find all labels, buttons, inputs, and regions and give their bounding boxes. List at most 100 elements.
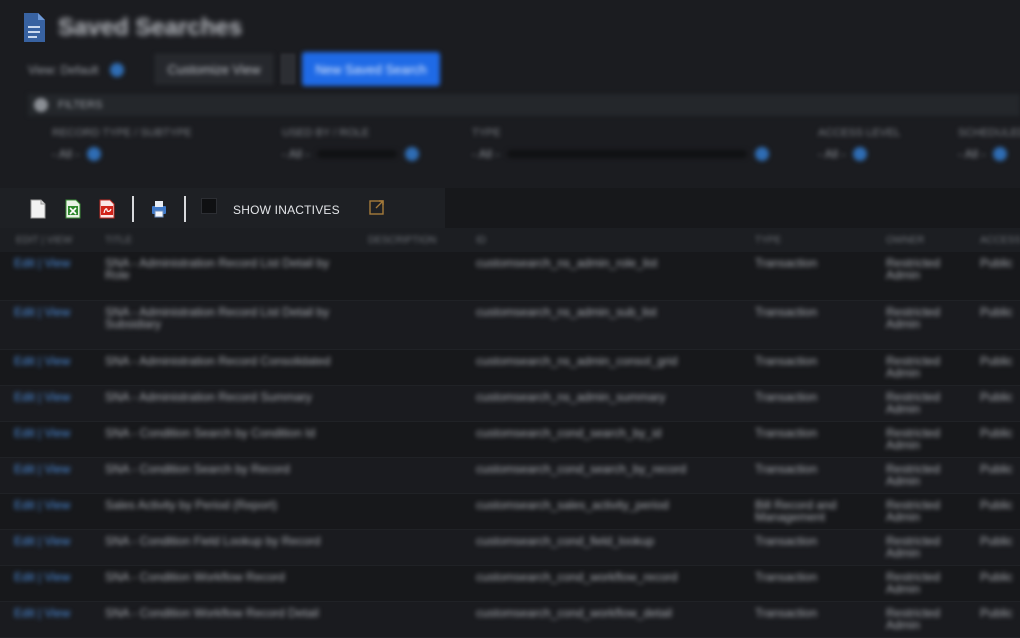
search-id: customsearch_cond_workflow_record	[476, 570, 678, 584]
search-owner: Restricted Admin	[886, 305, 941, 331]
search-id: customsearch_ns_admin_consol_grid	[476, 354, 678, 368]
edit-view-link[interactable]: Edit | View	[14, 463, 70, 475]
search-owner: Restricted Admin	[886, 534, 941, 560]
search-id: customsearch_cond_field_lookup	[476, 534, 655, 548]
column-header[interactable]: OWNER	[886, 235, 924, 246]
search-type: Transaction	[755, 606, 818, 620]
filter-used-by[interactable]: USED BY / ROLE - All -	[282, 127, 420, 161]
new-saved-search-button[interactable]: New Saved Search	[302, 52, 440, 86]
column-header[interactable]: TITLE	[105, 235, 132, 246]
search-id: customsearch_ns_admin_role_list	[476, 256, 658, 270]
filter-value: - All -	[818, 147, 846, 161]
filter-scheduled[interactable]: SCHEDULED - All -	[958, 127, 1020, 161]
search-type: Transaction	[755, 534, 818, 548]
column-header[interactable]: TYPE	[755, 235, 781, 246]
view-select[interactable]: View: Default	[28, 58, 140, 82]
search-title: SNA - Condition Search by Record	[105, 462, 290, 476]
export-pdf-icon[interactable]	[98, 199, 116, 219]
edit-view-link[interactable]: Edit | View	[14, 535, 70, 547]
search-id: customsearch_ns_admin_sub_list	[476, 305, 657, 319]
export-excel-icon[interactable]	[64, 199, 82, 219]
search-owner: Restricted Admin	[886, 354, 941, 380]
search-owner: Restricted Admin	[886, 498, 941, 524]
filters-label: FILTERS	[58, 99, 103, 111]
filter-label: RECORD TYPE / SUBTYPE	[52, 127, 192, 139]
customize-view-button[interactable]: Customize View	[155, 54, 273, 84]
filter-value: - All -	[52, 147, 80, 161]
edit-view-link[interactable]: Edit | View	[14, 607, 70, 619]
filters-toggle[interactable]: FILTERS	[28, 94, 1020, 116]
search-owner: Restricted Admin	[886, 256, 941, 282]
edit-view-link[interactable]: Edit | View	[14, 257, 70, 269]
chevron-down-icon	[87, 147, 102, 161]
search-access: Public	[980, 390, 1013, 404]
edit-view-link[interactable]: Edit | View	[14, 391, 70, 403]
edit-view-link[interactable]: Edit | View	[14, 427, 70, 439]
search-type: Transaction	[755, 354, 818, 368]
expand-icon	[34, 98, 48, 112]
edit-view-link[interactable]: Edit | View	[14, 499, 70, 511]
filter-value: - All -	[958, 147, 986, 161]
search-id: customsearch_cond_search_by_record	[476, 462, 687, 476]
show-inactives-checkbox[interactable]	[201, 198, 217, 214]
view-select-label: View: Default	[28, 63, 99, 77]
search-type: Transaction	[755, 305, 818, 319]
filter-label: TYPE	[472, 127, 501, 139]
column-header[interactable]: ACCESS	[980, 235, 1020, 246]
search-title: SNA - Condition Workflow Record	[105, 570, 285, 584]
filter-label: USED BY / ROLE	[282, 127, 370, 139]
search-title: Sales Activity by Period (Report)	[105, 498, 278, 512]
search-access: Public	[980, 534, 1013, 548]
chevron-down-icon	[755, 147, 770, 161]
show-inactives-label[interactable]: SHOW INACTIVES	[233, 203, 340, 217]
filter-value: - All -	[282, 147, 310, 161]
chevron-down-icon	[853, 147, 868, 161]
search-title: SNA - Condition Search by Condition Id	[105, 426, 316, 440]
search-access: Public	[980, 498, 1013, 512]
table-header: EDIT | VIEW TITLE DESCRIPTION ID TYPE OW…	[0, 228, 1020, 252]
filter-value: - All -	[472, 147, 500, 161]
search-owner: Restricted Admin	[886, 426, 941, 452]
table-row: Edit | View SNA - Administration Record …	[0, 386, 1020, 422]
filter-record-type[interactable]: RECORD TYPE / SUBTYPE - All -	[52, 127, 192, 161]
filter-access-level[interactable]: ACCESS LEVEL - All -	[818, 127, 901, 161]
search-title: SNA - Administration Record Summary	[105, 390, 312, 404]
column-header[interactable]: ID	[476, 235, 486, 246]
column-header[interactable]: DESCRIPTION	[368, 235, 436, 246]
search-access: Public	[980, 354, 1013, 368]
saved-search-table: Edit | View SNA - Administration Record …	[0, 252, 1020, 638]
search-access: Public	[980, 256, 1013, 270]
more-actions-button[interactable]	[281, 54, 295, 84]
search-type: Transaction	[755, 256, 818, 270]
table-row: Edit | View SNA - Condition Search by Co…	[0, 422, 1020, 458]
edit-view-link[interactable]: Edit | View	[14, 571, 70, 583]
search-type: Transaction	[755, 426, 818, 440]
search-owner: Restricted Admin	[886, 606, 941, 632]
search-type: Bill Record and Management	[755, 498, 837, 524]
search-owner: Restricted Admin	[886, 390, 941, 416]
column-header[interactable]: EDIT | VIEW	[16, 235, 72, 246]
search-id: customsearch_sales_activity_period	[476, 498, 669, 512]
toolbar-divider	[184, 196, 186, 222]
table-row: Edit | View Sales Activity by Period (Re…	[0, 494, 1020, 530]
search-id: customsearch_ns_admin_summary	[476, 390, 666, 404]
table-row: Edit | View SNA - Condition Field Lookup…	[0, 530, 1020, 566]
print-icon[interactable]	[150, 199, 168, 219]
search-title: SNA - Condition Field Lookup by Record	[105, 534, 321, 548]
table-row: Edit | View SNA - Condition Search by Re…	[0, 458, 1020, 494]
search-access: Public	[980, 305, 1013, 319]
export-icon[interactable]	[368, 198, 386, 216]
table-row: Edit | View SNA - Condition Workflow Rec…	[0, 602, 1020, 638]
table-row: Edit | View SNA - Administration Record …	[0, 301, 1020, 350]
filter-type[interactable]: TYPE - All -	[472, 127, 770, 161]
search-type: Transaction	[755, 390, 818, 404]
search-type: Transaction	[755, 570, 818, 584]
search-title: SNA - Administration Record List Detail …	[105, 305, 330, 331]
edit-view-link[interactable]: Edit | View	[14, 355, 70, 367]
filter-label: SCHEDULED	[958, 127, 1020, 139]
search-access: Public	[980, 462, 1013, 476]
edit-view-link[interactable]: Edit | View	[14, 306, 70, 318]
table-row: Edit | View SNA - Condition Workflow Rec…	[0, 566, 1020, 602]
saved-search-icon	[24, 13, 45, 42]
new-document-icon[interactable]	[29, 199, 47, 219]
